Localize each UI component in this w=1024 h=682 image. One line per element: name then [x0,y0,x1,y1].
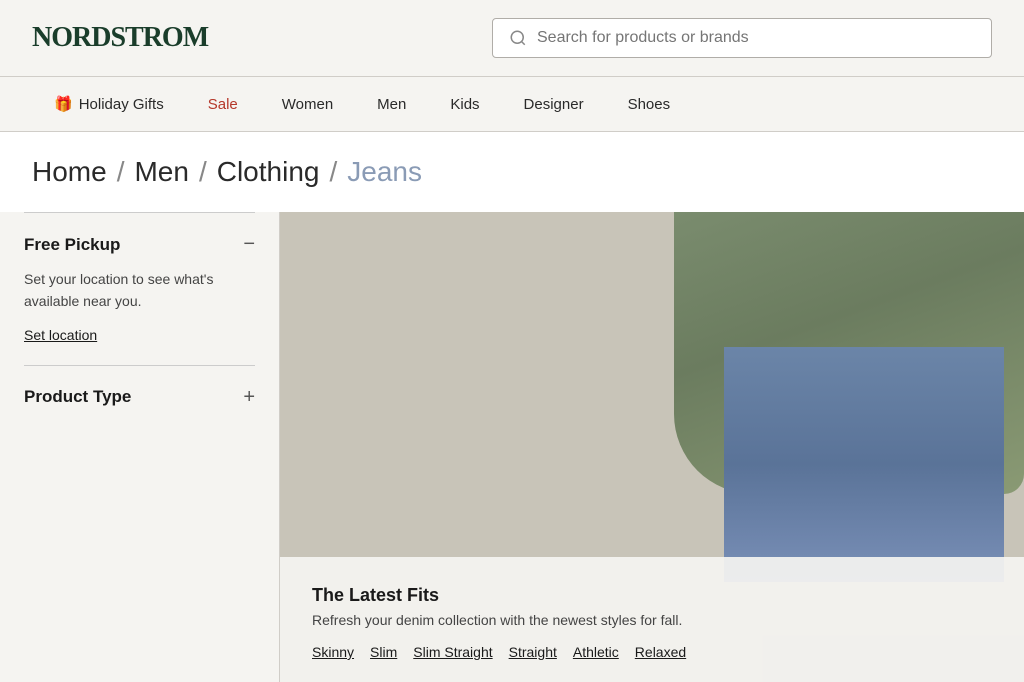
main-content: Free Pickup − Set your location to see w… [0,212,1024,682]
jeans-visual [724,347,1004,582]
breadcrumb-jeans[interactable]: Jeans [347,156,422,188]
gift-icon: 🎁 [54,95,73,113]
product-area: The Latest Fits Refresh your denim colle… [280,212,1024,682]
breadcrumb: Home / Men / Clothing / Jeans [32,156,992,188]
search-input[interactable] [537,29,975,47]
nav-item-designer[interactable]: Designer [502,78,606,131]
free-pickup-section: Free Pickup − Set your location to see w… [0,213,279,365]
free-pickup-body: Set your location to see what's availabl… [24,268,255,313]
product-type-title: Product Type [24,387,131,407]
nav-item-women[interactable]: Women [260,78,355,131]
sidebar: Free Pickup − Set your location to see w… [0,212,280,682]
fit-link-relaxed[interactable]: Relaxed [635,642,686,662]
product-type-section: Product Type + [0,366,279,441]
promo-banner: The Latest Fits Refresh your denim colle… [280,557,1024,682]
breadcrumb-home[interactable]: Home [32,156,107,188]
fit-link-athletic[interactable]: Athletic [573,642,619,662]
search-icon [509,29,527,47]
nav-item-kids[interactable]: Kids [428,78,501,131]
breadcrumb-men[interactable]: Men [134,156,188,188]
free-pickup-title: Free Pickup [24,235,120,255]
breadcrumb-sep-3: / [329,156,337,188]
fit-link-slim-straight[interactable]: Slim Straight [413,642,492,662]
fit-link-slim[interactable]: Slim [370,642,397,662]
breadcrumb-sep-1: / [117,156,125,188]
breadcrumb-clothing[interactable]: Clothing [217,156,320,188]
nav-item-shoes[interactable]: Shoes [606,78,693,131]
free-pickup-header: Free Pickup − [24,233,255,256]
promo-description: Refresh your denim collection with the n… [312,612,992,628]
product-type-header: Product Type + [24,386,255,409]
fit-links-container: Skinny Slim Slim Straight Straight Athle… [312,642,992,662]
nav-item-men[interactable]: Men [355,78,428,131]
logo[interactable]: NORDSTROM [32,22,208,54]
search-bar[interactable] [492,18,992,58]
promo-title: The Latest Fits [312,585,992,606]
nav-item-sale[interactable]: Sale [186,78,260,131]
nav-item-holiday-gifts[interactable]: 🎁 Holiday Gifts [32,77,186,131]
set-location-link[interactable]: Set location [24,327,97,343]
product-type-toggle[interactable]: + [243,386,255,409]
main-nav: 🎁 Holiday Gifts Sale Women Men Kids Desi… [0,77,1024,132]
free-pickup-toggle[interactable]: − [243,233,255,256]
breadcrumb-sep-2: / [199,156,207,188]
header: NORDSTROM [0,0,1024,77]
breadcrumb-container: Home / Men / Clothing / Jeans [0,132,1024,212]
fit-link-skinny[interactable]: Skinny [312,642,354,662]
fit-link-straight[interactable]: Straight [509,642,557,662]
